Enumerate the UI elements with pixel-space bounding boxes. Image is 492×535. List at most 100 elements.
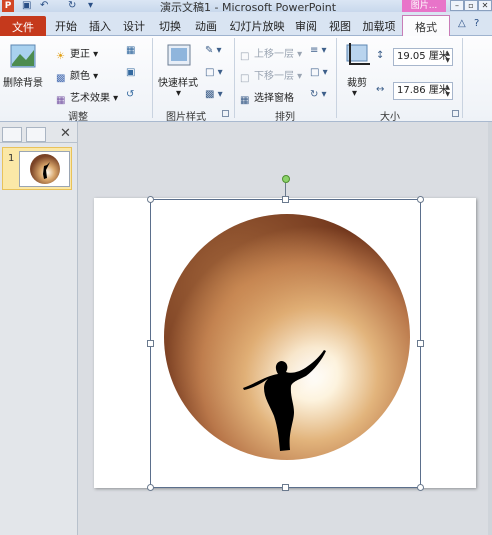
- picture-border-icon[interactable]: ✎ ▾: [205, 45, 222, 56]
- undo-icon[interactable]: ↶: [40, 0, 48, 12]
- slide-thumbnail-preview: [19, 151, 70, 187]
- height-input[interactable]: 19.05 厘米 ▲ ▼: [393, 48, 453, 66]
- adjust-group-label: 调整: [68, 112, 88, 123]
- reset-picture-icon[interactable]: ↺: [126, 89, 134, 100]
- sun-icon: ☀: [56, 51, 65, 62]
- corrections-label: 更正: [70, 49, 90, 60]
- tab-home[interactable]: 开始: [52, 15, 80, 36]
- minimize-ribbon-icon[interactable]: △: [458, 18, 466, 30]
- align-icon[interactable]: ≡ ▾: [310, 45, 327, 56]
- vertical-scrollbar[interactable]: [488, 122, 492, 535]
- bring-forward-icon: □: [240, 51, 250, 62]
- send-backward-button[interactable]: □ 下移一层 ▾: [240, 67, 302, 84]
- redo-icon[interactable]: ↻: [68, 0, 76, 12]
- pane-tabs: ✕: [0, 125, 78, 143]
- outline-tab-icon[interactable]: [26, 127, 46, 142]
- send-backward-label: 下移一层: [254, 71, 294, 82]
- arrange-group-label: 排列: [275, 112, 295, 123]
- selection-pane-icon: ▦: [240, 95, 250, 106]
- color-label: 颜色: [70, 71, 90, 82]
- remove-background-icon: [10, 44, 36, 68]
- size-launcher-icon[interactable]: [452, 110, 459, 117]
- powerpoint-logo-icon: P: [2, 0, 14, 12]
- tab-design[interactable]: 设计: [120, 15, 148, 36]
- selection-pane-button[interactable]: ▦ 选择窗格: [240, 89, 294, 106]
- picture-styles-launcher-icon[interactable]: [222, 110, 229, 117]
- change-picture-icon[interactable]: ▣: [126, 67, 135, 78]
- artistic-icon: ▦: [56, 95, 66, 106]
- resize-handle-bottom-left[interactable]: [147, 484, 154, 491]
- slide-editing-area: [78, 122, 492, 535]
- group-separator: [152, 38, 153, 118]
- crop-dropdown-icon[interactable]: ▾: [352, 88, 357, 99]
- tab-review[interactable]: 审阅: [292, 15, 320, 36]
- remove-background-button[interactable]: 删除背景: [3, 74, 43, 89]
- resize-handle-top-left[interactable]: [147, 196, 154, 203]
- rotate-handle[interactable]: [282, 175, 290, 183]
- close-pane-icon[interactable]: ✕: [60, 126, 71, 141]
- width-up-icon[interactable]: ▲: [445, 84, 450, 91]
- height-up-icon[interactable]: ▲: [445, 50, 450, 57]
- send-backward-icon: □: [240, 73, 250, 84]
- width-icon: ↔: [376, 84, 385, 95]
- resize-handle-bottom[interactable]: [282, 484, 289, 491]
- tab-file[interactable]: 文件: [0, 16, 46, 36]
- palette-icon: ▩: [56, 73, 66, 84]
- ribbon-tabs: 文件 开始 插入 设计 切换 动画 幻灯片放映 审阅 视图 加载项 格式 △ ?: [0, 12, 492, 37]
- maximize-button[interactable]: ▫: [464, 0, 478, 11]
- picture-selection-frame: [150, 199, 421, 488]
- save-icon[interactable]: ▣: [22, 0, 31, 12]
- help-icon[interactable]: ?: [474, 18, 479, 30]
- tab-format[interactable]: 格式: [402, 15, 450, 37]
- height-down-icon[interactable]: ▼: [445, 57, 450, 64]
- slide-thumbnail-pane: ✕ 1: [0, 122, 78, 535]
- slide-number: 1: [8, 153, 15, 164]
- picture-tools-context-header: 图片...: [402, 0, 446, 12]
- group-icon[interactable]: □ ▾: [310, 67, 328, 78]
- quick-styles-dropdown-icon[interactable]: ▾: [176, 88, 181, 99]
- tab-slideshow[interactable]: 幻灯片放映: [228, 15, 286, 36]
- slides-tab-icon[interactable]: [2, 127, 22, 142]
- slide-thumbnail[interactable]: 1: [2, 147, 72, 190]
- resize-handle-top[interactable]: [282, 196, 289, 203]
- height-value: 19.05 厘米: [397, 51, 449, 62]
- quick-styles-button[interactable]: 快速样式: [158, 74, 198, 89]
- quick-styles-icon: [167, 44, 191, 66]
- customize-quick-access-icon[interactable]: ▾: [88, 0, 93, 12]
- group-separator: [462, 38, 463, 118]
- minimize-button[interactable]: –: [450, 0, 464, 11]
- width-down-icon[interactable]: ▼: [445, 91, 450, 98]
- width-input[interactable]: 17.86 厘米 ▲ ▼: [393, 82, 453, 100]
- picture-layout-icon[interactable]: ▩ ▾: [205, 89, 223, 100]
- resize-handle-bottom-right[interactable]: [417, 484, 424, 491]
- tab-insert[interactable]: 插入: [86, 15, 114, 36]
- bring-forward-button[interactable]: □ 上移一层 ▾: [240, 45, 302, 62]
- width-value: 17.86 厘米: [397, 85, 449, 96]
- crop-icon: [346, 43, 370, 65]
- color-button[interactable]: ▩ 颜色 ▾: [56, 67, 98, 84]
- bring-forward-label: 上移一层: [254, 49, 294, 60]
- title-bar: P ▣ ↶ ↻ ▾ 演示文稿1 - Microsoft PowerPoint 图…: [0, 0, 492, 14]
- artistic-label: 艺术效果: [70, 93, 110, 104]
- picture-effects-icon[interactable]: □ ▾: [205, 67, 223, 78]
- ribbon: 删除背景 ☀ 更正 ▾ ▩ 颜色 ▾ ▦ 艺术效果 ▾ ▦ ▣ ↺ 调整 快速样式 ▾…: [0, 36, 492, 123]
- picture-styles-group-label: 图片样式: [166, 112, 206, 123]
- thumbnail-picture: [30, 154, 60, 184]
- corrections-button[interactable]: ☀ 更正 ▾: [56, 45, 98, 62]
- height-icon: ↕: [376, 50, 385, 61]
- tab-view[interactable]: 视图: [326, 15, 354, 36]
- resize-handle-left[interactable]: [147, 340, 154, 347]
- group-separator: [336, 38, 337, 118]
- tab-transitions[interactable]: 切换: [156, 15, 184, 36]
- resize-handle-right[interactable]: [417, 340, 424, 347]
- selection-pane-label: 选择窗格: [254, 93, 294, 104]
- crop-button[interactable]: 裁剪: [347, 74, 367, 89]
- tab-animations[interactable]: 动画: [192, 15, 220, 36]
- group-separator: [234, 38, 235, 118]
- tab-addins[interactable]: 加载项: [360, 15, 398, 36]
- rotate-icon[interactable]: ↻ ▾: [310, 89, 327, 100]
- close-button[interactable]: ✕: [478, 0, 492, 11]
- artistic-effects-button[interactable]: ▦ 艺术效果 ▾: [56, 89, 118, 106]
- compress-pictures-icon[interactable]: ▦: [126, 45, 135, 56]
- resize-handle-top-right[interactable]: [417, 196, 424, 203]
